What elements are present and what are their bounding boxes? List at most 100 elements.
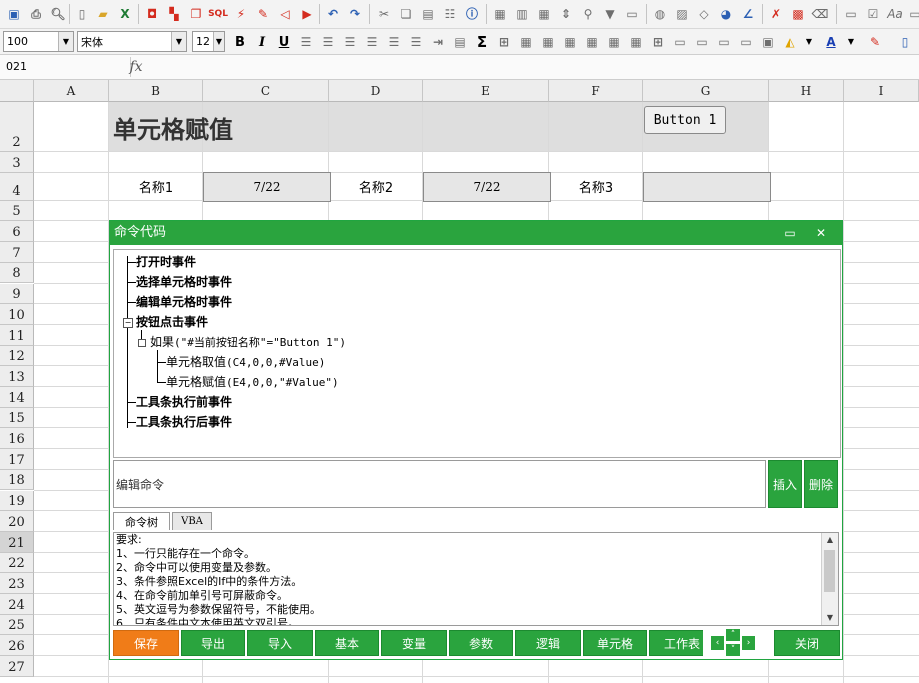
chevron-left-icon[interactable]: ‹ [711,636,724,650]
border-bottom-icon[interactable]: ⊞ [649,33,667,51]
label-name1[interactable]: 名称1 [109,172,203,200]
pen-icon[interactable]: ✎ [866,33,884,51]
scrollbar[interactable]: ▲ ▼ [821,533,838,625]
row-header[interactable]: 22 [0,552,34,574]
format-cells-icon[interactable]: ☷ [441,5,459,23]
row-header[interactable]: 2 [0,102,34,152]
image-icon[interactable]: ▨ [673,5,691,23]
border-all-icon[interactable]: ⊞ [495,33,513,51]
more-icon[interactable]: ▭ [906,5,919,23]
border-top-icon[interactable]: ▦ [627,33,645,51]
column-header[interactable]: C [203,80,329,102]
tab-command-tree[interactable]: 命令树 [113,512,170,530]
freeze-panes-icon[interactable]: ▦ [491,5,509,23]
sort-icon[interactable]: ⇕ [557,5,575,23]
tree-node-before-toolbar-event[interactable]: 工具条执行前事件 [136,394,232,410]
chart-icon[interactable]: ▭ [623,5,641,23]
fill-color-icon[interactable]: ◭ [781,33,799,51]
edit-command-input[interactable]: 编辑命令 [113,460,766,508]
scroll-thumb[interactable] [824,550,835,592]
tree-node-if[interactable]: 如果("#当前按钮名称"="Button 1") [150,334,346,351]
web-icon[interactable]: ◍ [651,5,669,23]
cell-style-icon[interactable]: ▚ [165,5,183,23]
logic-button[interactable]: 逻辑 [515,630,581,656]
row-header[interactable]: 26 [0,635,34,657]
row-header[interactable]: 27 [0,656,34,677]
dialog-title[interactable]: 命令代码 [110,221,842,245]
row-header[interactable]: 4 [0,172,34,201]
tree-node-edit-cell-event[interactable]: 编辑单元格时事件 [136,294,232,310]
border-box-icon[interactable]: ▣ [759,33,777,51]
font-dialog-icon[interactable]: Aa [886,5,904,23]
row-header[interactable]: 12 [0,345,34,367]
sum-icon[interactable]: Σ [473,33,491,51]
tree-node-get-cell[interactable]: 单元格取值(C4,0,0,#Value) [166,354,325,371]
row-header[interactable]: 15 [0,407,34,429]
share-icon[interactable]: ◁ [276,5,294,23]
eraser-icon[interactable]: ⌫ [811,5,829,23]
merge-icon[interactable]: ▤ [451,33,469,51]
cell-g4[interactable] [643,172,771,202]
tree-node-set-cell[interactable]: 单元格赋值(E4,0,0,"#Value") [166,374,339,391]
row-header[interactable]: 10 [0,304,34,325]
tree-node-after-toolbar-event[interactable]: 工具条执行后事件 [136,414,232,430]
column-header[interactable]: A [34,80,109,102]
row-header[interactable]: 8 [0,262,34,284]
column-header[interactable]: D [329,80,423,102]
cell-e4[interactable]: 7/22 [423,172,551,202]
indent-icon[interactable]: ⇥ [429,33,447,51]
row-header[interactable]: 18 [0,469,34,491]
delete-button[interactable]: 删除 [804,460,838,508]
tree-node-select-cell-event[interactable]: 选择单元格时事件 [136,274,232,290]
cell-button[interactable]: 单元格 [583,630,647,656]
font-color-icon[interactable]: A [822,33,840,51]
chevron-down-icon[interactable]: ▼ [842,33,860,51]
textbox-icon[interactable]: ▭ [842,5,860,23]
align-center-icon[interactable]: ☰ [319,33,337,51]
column-header[interactable]: H [769,80,844,102]
chevron-down-icon[interactable]: ▼ [171,32,186,51]
find-icon[interactable]: ⚲ [579,5,597,23]
chevron-right-icon[interactable]: › [742,636,755,650]
filter-icon[interactable]: ▼ [601,5,619,23]
excel-icon[interactable]: X [116,5,134,23]
row-header[interactable]: 9 [0,283,34,305]
align-middle-icon[interactable]: ☰ [385,33,403,51]
underline-button[interactable]: U [275,33,293,51]
undo-icon[interactable]: ↶ [324,5,342,23]
mobile-icon[interactable]: ▯ [896,33,914,51]
row-header[interactable]: 13 [0,366,34,387]
cell-c4[interactable]: 7/22 [203,172,331,202]
copy-icon[interactable]: ❏ [397,5,415,23]
sheet-button-1[interactable]: Button 1 [644,106,726,134]
chevron-down-icon[interactable]: ▼ [58,32,73,51]
row-header[interactable]: 7 [0,242,34,263]
command-tree[interactable]: 打开时事件 选择单元格时事件 编辑单元格时事件 − 按钮点击事件 如果("#当前… [113,249,841,458]
copy-format-icon[interactable]: ❐ [187,5,205,23]
clear-icon[interactable]: ✗ [767,5,785,23]
border-dash-icon[interactable]: ▭ [715,33,733,51]
label-name2[interactable]: 名称2 [329,172,423,200]
border-none-icon[interactable]: ▦ [517,33,535,51]
close-icon[interactable]: ✕ [811,223,831,243]
align-right-icon[interactable]: ☰ [341,33,359,51]
font-size-select[interactable]: 12 ▼ [192,31,225,52]
font-family-select[interactable]: 宋体 ▼ [77,31,187,52]
print-preview-icon[interactable]: 🔍︎ [49,5,67,23]
open-folder-icon[interactable]: ▰ [94,5,112,23]
column-header[interactable]: I [844,80,919,102]
chevron-down-icon[interactable]: ˅ [726,644,740,656]
protect-icon[interactable]: ▩ [789,5,807,23]
tab-vba[interactable]: VBA [172,512,212,530]
worksheet-button[interactable]: 工作表 [649,630,703,656]
sql-icon[interactable]: SQL [206,5,230,23]
collapse-toggle[interactable] [138,339,146,347]
row-header[interactable]: 14 [0,387,34,408]
checkbox-icon[interactable]: ☑ [864,5,882,23]
parameter-button[interactable]: 参数 [449,630,513,656]
row-header[interactable]: 21 [0,531,34,553]
chevron-down-icon[interactable]: ▼ [800,33,818,51]
redo-icon[interactable]: ↷ [346,5,364,23]
row-header[interactable]: 20 [0,511,34,532]
cut-icon[interactable]: ✂ [375,5,393,23]
